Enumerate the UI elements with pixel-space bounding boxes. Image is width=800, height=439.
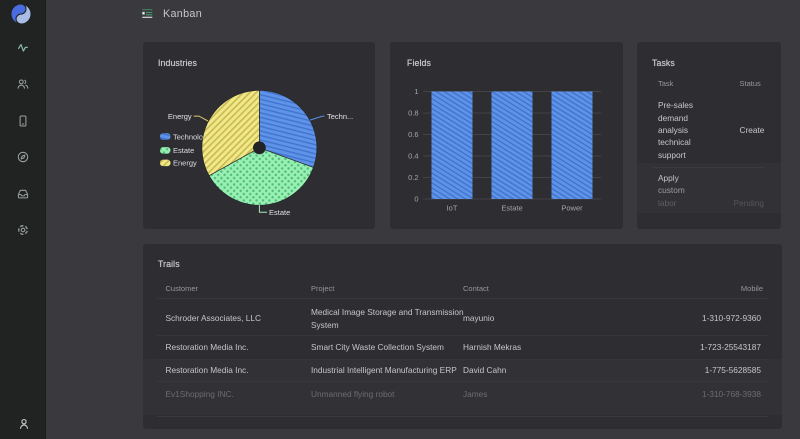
svg-text:0.8: 0.8 — [408, 109, 418, 118]
svg-text:Estate: Estate — [269, 208, 290, 217]
svg-text:0.2: 0.2 — [408, 173, 418, 182]
svg-text:0.4: 0.4 — [408, 152, 418, 161]
svg-text:Estate: Estate — [501, 204, 522, 213]
svg-text:0.6: 0.6 — [408, 130, 418, 139]
svg-text:0: 0 — [414, 195, 418, 204]
svg-text:IoT: IoT — [447, 204, 458, 213]
svg-text:1: 1 — [414, 87, 418, 96]
svg-text:Energy: Energy — [173, 159, 197, 168]
svg-text:Energy: Energy — [168, 112, 192, 121]
svg-text:Estate: Estate — [173, 146, 194, 155]
svg-text:Power: Power — [561, 204, 583, 213]
svg-text:Techn...: Techn... — [327, 112, 353, 121]
